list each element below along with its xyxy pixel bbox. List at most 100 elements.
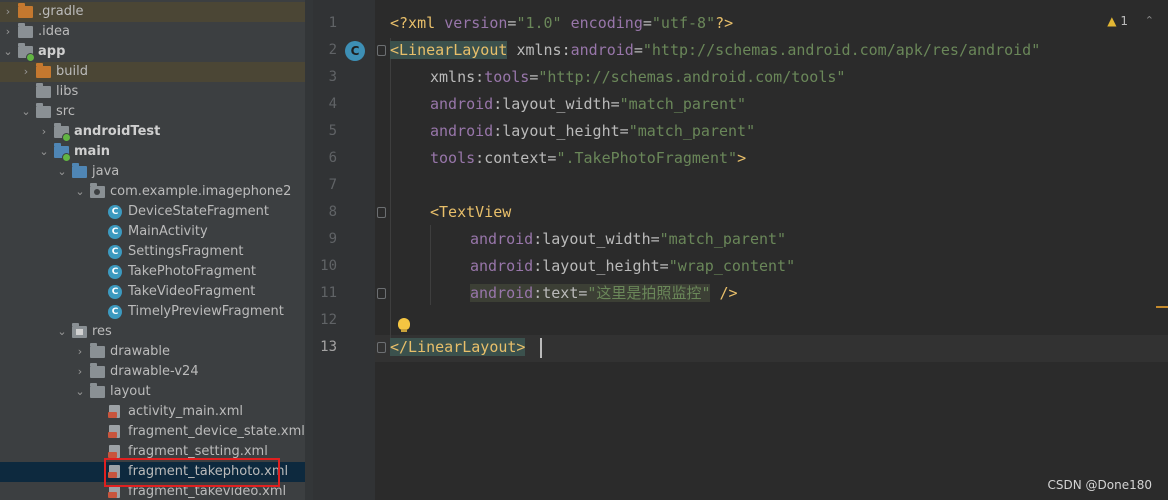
project-tree[interactable]: › .gradle › .idea ⌄ app › build libs ⌄ src › android… [0,0,305,500]
tree-item[interactable]: ⌄ java [0,162,305,182]
code-line-13: </LinearLayout> [390,338,526,356]
chevron-right-icon[interactable]: › [2,22,14,42]
folder-icon [90,343,105,358]
tree-item-label: TimelyPreviewFragment [128,304,284,319]
line-number: 1 [328,15,337,31]
class-icon: C [108,285,122,299]
line-number: 2 [328,42,337,58]
line-number: 8 [328,204,337,220]
chevron-right-icon[interactable]: › [74,362,86,382]
tree-item-label: layout [110,384,151,399]
folder-icon [18,23,33,38]
folder-icon [18,3,33,18]
tree-item-label: MainActivity [128,224,208,239]
tree-item[interactable]: › .idea [0,22,305,42]
watermark: CSDN @Done180 [1047,478,1152,492]
tree-item-label: SettingsFragment [128,244,244,259]
xml-file-icon [108,485,121,499]
chevron-down-icon[interactable]: ⌄ [56,162,68,182]
class-icon: C [108,305,122,319]
chevron-right-icon[interactable]: › [2,2,14,22]
tree-item[interactable]: ⌄ layout [0,382,305,402]
tree-item-label: activity_main.xml [128,404,244,419]
xml-file-icon [108,425,121,439]
code-editor[interactable]: <?xml version="1.0" encoding="utf-8"?> <… [375,0,1168,500]
code-line-10: android:layout_height="wrap_content" [470,257,796,275]
line-number: 3 [328,69,337,85]
tree-item-label: TakeVideoFragment [128,284,256,299]
tree-item[interactable]: C DeviceStateFragment [0,202,305,222]
code-line-5: android:layout_height="match_parent" [430,122,756,140]
tree-item[interactable]: › drawable-v24 [0,362,305,382]
tree-item-label: java [92,164,120,179]
module-folder-icon [18,43,35,62]
tree-item[interactable]: activity_main.xml [0,402,305,422]
tree-item[interactable]: › drawable [0,342,305,362]
xml-file-icon [108,405,121,419]
tree-item[interactable]: fragment_device_state.xml [0,422,305,442]
code-line-4: android:layout_width="match_parent" [430,95,747,113]
chevron-right-icon[interactable]: › [74,342,86,362]
tree-item[interactable]: › .gradle [0,2,305,22]
tree-item[interactable]: ⌄ app [0,42,305,62]
chevron-right-icon[interactable]: › [38,122,50,142]
text-caret [540,338,542,358]
tree-item[interactable]: › androidTest [0,122,305,142]
line-number: 12 [320,312,337,328]
tree-item[interactable]: C TimelyPreviewFragment [0,302,305,322]
line-number: 4 [328,96,337,112]
code-line-3: xmlns:tools="http://schemas.android.com/… [430,68,846,86]
tree-item-label: main [74,144,111,159]
tree-item[interactable]: ⌄ com.example.imagephone2 [0,182,305,202]
line-number: 9 [328,231,337,247]
class-gutter-icon[interactable]: C [345,41,365,61]
tree-item-label: fragment_device_state.xml [128,424,305,439]
tree-item[interactable]: ⌄ src [0,102,305,122]
package-icon [90,183,105,198]
line-number: 7 [328,177,337,193]
scrollbar-marker[interactable] [1156,306,1168,308]
tree-item[interactable]: ⌄ main [0,142,305,162]
tree-item[interactable]: libs [0,82,305,102]
chevron-right-icon[interactable]: › [20,62,32,82]
tree-scrollbar[interactable] [305,0,313,500]
folder-icon [36,103,51,118]
code-line-11: android:text="这里是拍照监控" /> [470,284,738,302]
folder-icon [72,163,87,178]
chevron-down-icon[interactable]: ⌄ [38,142,50,162]
folder-icon [54,123,71,142]
tree-item[interactable]: › build [0,62,305,82]
folder-icon [90,363,105,378]
tree-item[interactable]: C TakeVideoFragment [0,282,305,302]
tree-item-label: .gradle [38,4,84,19]
warning-count: 1 [1120,14,1128,28]
class-icon: C [108,205,122,219]
code-line-8: <TextView [430,203,512,221]
line-number: 10 [320,258,337,274]
line-number: 5 [328,123,337,139]
tree-item[interactable]: C MainActivity [0,222,305,242]
tree-item[interactable]: C TakePhotoFragment [0,262,305,282]
tree-item-label: src [56,104,75,119]
chevron-down-icon[interactable]: ⌄ [20,102,32,122]
chevron-down-icon[interactable]: ⌄ [74,182,86,202]
code-line-2: <LinearLayout xmlns:android="http://sche… [390,41,1041,59]
inspection-widget[interactable]: ▲ 1 [1107,14,1128,28]
tree-item[interactable]: C SettingsFragment [0,242,305,262]
editor-gutter: 1 2 3 4 5 6 7 8 9 10 11 12 13 [313,0,386,500]
code-line-6: tools:context=".TakePhotoFragment"> [430,149,747,167]
code-line-1: <?xml version="1.0" encoding="utf-8"?> [390,14,734,32]
chevron-down-icon[interactable]: ⌄ [2,42,14,62]
line-number: 6 [328,150,337,166]
class-icon: C [108,265,122,279]
code-line-9: android:layout_width="match_parent" [470,230,787,248]
xml-file-icon [108,445,121,459]
tree-item[interactable]: ⌄ res [0,322,305,342]
folder-icon [90,383,105,398]
chevron-up-icon[interactable]: ⌃ [1145,14,1154,27]
selection-highlight-box [104,458,280,487]
folder-icon [36,63,51,78]
line-number: 11 [320,285,337,301]
chevron-down-icon[interactable]: ⌄ [74,382,86,402]
chevron-down-icon[interactable]: ⌄ [56,322,68,342]
